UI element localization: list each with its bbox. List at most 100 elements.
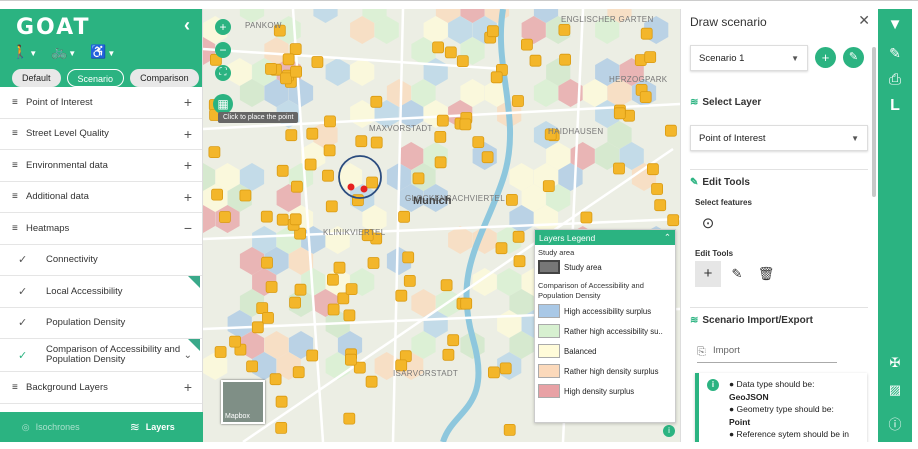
basemap-switcher[interactable]: Mapbox [221,380,265,424]
edit-tools-heading: ✎ Edit Tools [690,177,750,188]
poi-marker [251,321,264,334]
panel-title: Draw scenario [690,15,767,29]
poi-marker [558,23,571,36]
heatmap-local-accessibility[interactable]: ✓ Local Accessibility [0,276,202,308]
import-placeholder: Import [713,345,740,356]
heatmap-population-density[interactable]: ✓ Population Density [0,308,202,339]
expand-icon[interactable]: + [184,379,192,395]
poi-marker [211,188,224,201]
heatmap-comparison[interactable]: ✓ Comparison of Accessibility and Populat… [0,339,202,372]
poi-marker [343,412,356,425]
language-flag-icon[interactable]: ✠ [878,355,912,371]
zoom-in-button[interactable]: + [215,19,231,35]
wheelchair-icon[interactable]: ♿▼ [90,43,115,61]
poi-marker [276,164,289,177]
poi-marker [432,41,445,54]
chevron-down-icon[interactable]: ⌄ [184,350,192,361]
measure-icon[interactable]: L [878,97,912,115]
delete-icon[interactable]: 🗑 [753,261,779,287]
legend-swatch [538,384,560,398]
close-icon[interactable]: ✕ [858,12,870,29]
poi-marker [280,72,292,85]
heatmap-label: Population Density [46,317,126,329]
collapse-icon[interactable]: − [184,220,192,236]
layer-group-street-level[interactable]: ≡ Street Level Quality + [0,119,202,150]
modify-icon[interactable]: ✎ [724,261,750,287]
bottom-tabs: ◎ Isochrones ≋ Layers [0,412,203,442]
layer-select[interactable]: Point of Interest ▼ [690,125,868,151]
place-label: HERZOGPARK [609,75,668,84]
info-corner-icon[interactable] [188,276,200,288]
poi-marker [503,423,516,436]
poi-marker [345,283,358,296]
select-feature-icon[interactable]: ⊙ [695,211,721,237]
layer-group-heatmaps[interactable]: ≡ Heatmaps − [0,213,202,245]
tab-layers[interactable]: ≋ Layers [102,412,204,442]
poi-marker [285,129,298,142]
poi-marker [412,172,425,185]
legend-item: Rather high accessibility su.. [535,321,675,341]
poi-marker [304,158,317,171]
expand-icon[interactable]: + [184,94,192,110]
poi-marker [333,261,346,274]
layer-group-background[interactable]: ≡ Background Layers + [0,372,202,404]
place-label: MAXVORSTADT [369,124,433,133]
selected-point [360,185,368,193]
info-icon[interactable]: ⓘ [878,414,912,433]
study-area-swatch [538,260,560,274]
check-icon[interactable]: ✓ [18,316,46,329]
poi-marker [487,366,500,379]
draw-add-icon[interactable]: + [695,261,721,287]
bicycle-icon[interactable]: 🚲▼ [51,43,76,61]
scrollbar[interactable] [872,47,876,197]
filter-icon[interactable]: ▼ [878,16,912,33]
poi-marker [275,421,288,434]
legend-item: Study area [535,257,675,277]
poi-marker [456,55,469,67]
tab-scenario[interactable]: Scenario [66,69,125,87]
info-line: ● Reference sytem should be in [729,429,849,439]
chevron-left-icon[interactable]: ‹ [184,15,190,36]
poi-marker [343,309,356,322]
legend-swatch [538,304,560,318]
tab-isochrones[interactable]: ◎ Isochrones [0,412,102,442]
draw-point-button[interactable]: ▦ [213,94,233,114]
poi-marker [613,162,625,175]
check-icon[interactable]: ✓ [18,285,46,298]
poi-marker [256,302,269,315]
place-label: KLINIKVIERTEL [323,228,386,237]
layer-group-additional[interactable]: ≡ Additional data + [0,182,202,213]
poi-marker [613,107,626,120]
legend-header[interactable]: Layers Legend ⌃ [535,230,675,245]
info-corner-icon[interactable] [188,339,200,351]
check-icon[interactable]: ✓ [18,349,46,362]
add-scenario-button[interactable]: + [815,47,836,68]
scenario-select[interactable]: Scenario 1 ▼ [690,45,808,71]
layer-group-poi[interactable]: ≡ Point of Interest + [0,87,202,119]
expand-icon[interactable]: + [184,126,192,142]
chevron-up-icon[interactable]: ⌃ [664,232,671,243]
layers-icon: ≡ [12,128,18,140]
expand-icon[interactable]: + [184,157,192,173]
place-label: HAIDHAUSEN [548,127,604,136]
heatmap-connectivity[interactable]: ✓ Connectivity [0,245,202,276]
legend-item-label: High density surplus [564,386,635,396]
fullscreen-button[interactable]: ⛶ [215,65,231,81]
zoom-out-button[interactable]: − [215,42,231,58]
import-input[interactable]: ⎘ Import [697,345,837,363]
map-layers-icon[interactable]: ▨ [878,382,912,398]
legend-item-label: High accessibility surplus [564,306,652,316]
poi-marker [365,375,378,388]
expand-icon[interactable]: + [184,189,192,205]
poi-marker [472,136,485,148]
walking-icon[interactable]: 🚶▼ [12,43,37,61]
edit-scenario-icon[interactable]: ✎ [878,45,912,62]
layer-group-environmental[interactable]: ≡ Environmental data + [0,150,202,182]
check-icon[interactable]: ✓ [18,253,46,266]
tab-default[interactable]: Default [12,69,61,87]
print-icon[interactable]: ⎙ [878,71,912,88]
info-icon[interactable]: i [663,425,675,437]
tab-comparison[interactable]: Comparison [130,69,199,87]
edit-scenario-button[interactable]: ✎ [843,47,864,68]
legend-item-label: Balanced [564,346,597,356]
